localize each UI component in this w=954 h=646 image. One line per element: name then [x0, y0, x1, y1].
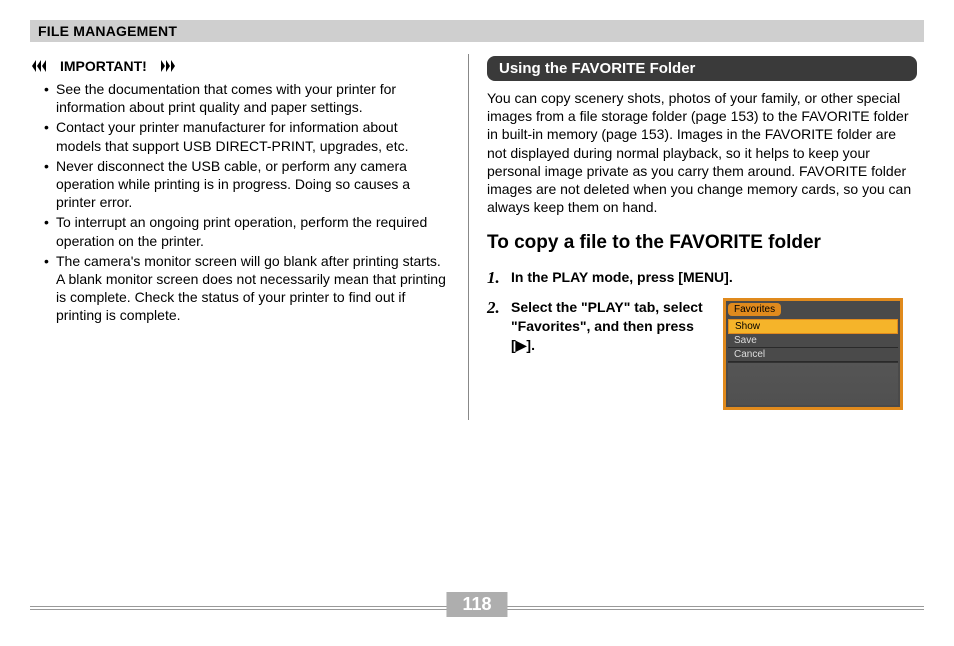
page-number: 118	[446, 592, 507, 617]
menu-tab-favorites: Favorites	[728, 303, 781, 316]
section-title: Using the FAVORITE Folder	[487, 56, 917, 81]
step-1: 1. In the PLAY mode, press [MENU].	[487, 268, 917, 288]
important-heading: IMPORTANT!	[32, 58, 450, 74]
steps-list: 1. In the PLAY mode, press [MENU]. 2. Se…	[487, 268, 917, 410]
page-footer: 118	[30, 592, 924, 620]
important-right-icon	[153, 60, 175, 72]
bullet-item: Contact your printer manufacturer for in…	[44, 118, 446, 154]
content-columns: IMPORTANT! See the documentation that co…	[30, 54, 924, 420]
important-label-text: IMPORTANT!	[60, 58, 147, 74]
chapter-title: FILE MANAGEMENT	[30, 20, 924, 42]
menu-item-cancel: Cancel	[728, 348, 898, 362]
bullet-item: The camera's monitor screen will go blan…	[44, 252, 446, 325]
section-paragraph: You can copy scenery shots, photos of yo…	[487, 89, 917, 216]
bullet-item: See the documentation that comes with yo…	[44, 80, 446, 116]
right-column: Using the FAVORITE Folder You can copy s…	[468, 54, 917, 420]
menu-empty-area	[728, 362, 898, 405]
left-column: IMPORTANT! See the documentation that co…	[30, 54, 450, 420]
camera-menu-screenshot: Favorites Show Save Cancel	[723, 298, 903, 410]
important-bullets: See the documentation that comes with yo…	[30, 80, 450, 324]
bullet-item: To interrupt an ongoing print operation,…	[44, 213, 446, 249]
step-number: 2.	[487, 298, 505, 318]
bullet-item: Never disconnect the USB cable, or perfo…	[44, 157, 446, 212]
step-text: In the PLAY mode, press [MENU].	[511, 268, 917, 287]
menu-item-save: Save	[728, 334, 898, 348]
step-number: 1.	[487, 268, 505, 288]
subsection-heading: To copy a file to the FAVORITE folder	[487, 232, 917, 254]
step-text: Select the "PLAY" tab, select "Favorites…	[511, 298, 711, 355]
menu-item-show: Show	[728, 319, 898, 334]
important-left-icon	[32, 60, 54, 72]
step-2: 2. Select the "PLAY" tab, select "Favori…	[487, 298, 917, 410]
